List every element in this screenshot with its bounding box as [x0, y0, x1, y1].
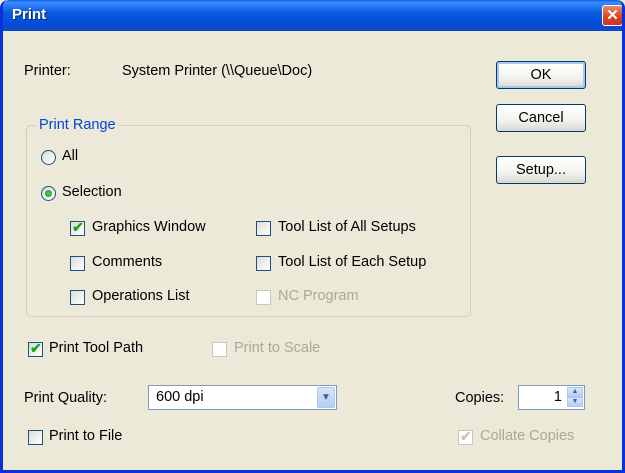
print-tool-path-checkbox[interactable]: ✔ [28, 340, 43, 357]
copies-label: Copies: [455, 390, 505, 406]
title-bar[interactable]: Print ✕ [3, 0, 622, 31]
operations-list-checkbox[interactable] [70, 290, 85, 305]
chevron-down-icon[interactable]: ▼ [317, 387, 335, 408]
print-quality-select[interactable]: 600 dpi ▼ [148, 385, 337, 410]
selection-radio[interactable] [41, 186, 56, 201]
copies-value: 1 [553, 389, 562, 405]
tool-list-all-setups-label[interactable]: Tool List of All Setups [278, 219, 416, 235]
dialog-title: Print [12, 6, 47, 23]
checkmark-icon: ✔ [30, 340, 42, 356]
print-to-file-label[interactable]: Print to File [49, 428, 122, 444]
print-to-file-checkbox[interactable] [28, 430, 43, 445]
graphics-window-checkbox[interactable]: ✔ [70, 219, 85, 236]
nc-program-label: NC Program [278, 288, 359, 304]
graphics-window-label[interactable]: Graphics Window [92, 219, 206, 235]
print-to-scale-checkbox [212, 342, 227, 357]
checkmark-icon: ✔ [460, 428, 472, 444]
tool-list-all-setups-checkbox[interactable] [256, 221, 271, 236]
print-tool-path-label[interactable]: Print Tool Path [49, 340, 143, 356]
ok-button[interactable]: OK [496, 61, 586, 89]
collate-copies-checkbox: ✔ [458, 428, 473, 445]
close-icon[interactable]: ✕ [602, 5, 622, 26]
selection-radio-label[interactable]: Selection [62, 184, 122, 200]
spin-up-icon[interactable]: ▲ [567, 387, 583, 397]
tool-list-each-setup-checkbox[interactable] [256, 256, 271, 271]
comments-checkbox[interactable] [70, 256, 85, 271]
print-range-legend: Print Range [36, 117, 119, 133]
all-radio-label[interactable]: All [62, 148, 78, 164]
print-to-scale-label: Print to Scale [234, 340, 321, 356]
comments-label[interactable]: Comments [92, 254, 162, 270]
spin-down-icon[interactable]: ▼ [567, 397, 583, 407]
tool-list-each-setup-label[interactable]: Tool List of Each Setup [278, 254, 426, 270]
setup-button[interactable]: Setup... [496, 156, 586, 184]
radio-selected-dot [45, 190, 52, 197]
cancel-button[interactable]: Cancel [496, 104, 586, 132]
nc-program-checkbox [256, 290, 271, 305]
print-quality-value: 600 dpi [156, 389, 204, 405]
printer-name: System Printer (\\Queue\Doc) [122, 63, 313, 79]
operations-list-label[interactable]: Operations List [92, 288, 190, 304]
all-radio[interactable] [41, 150, 56, 165]
copies-stepper[interactable]: 1 ▲ ▼ [518, 385, 585, 410]
collate-copies-label: Collate Copies [480, 428, 575, 444]
printer-label: Printer: [24, 63, 71, 79]
print-quality-label: Print Quality: [24, 390, 107, 406]
print-dialog: Print ✕ Printer: System Printer (\\Queue… [0, 0, 625, 473]
checkmark-icon: ✔ [72, 219, 84, 235]
